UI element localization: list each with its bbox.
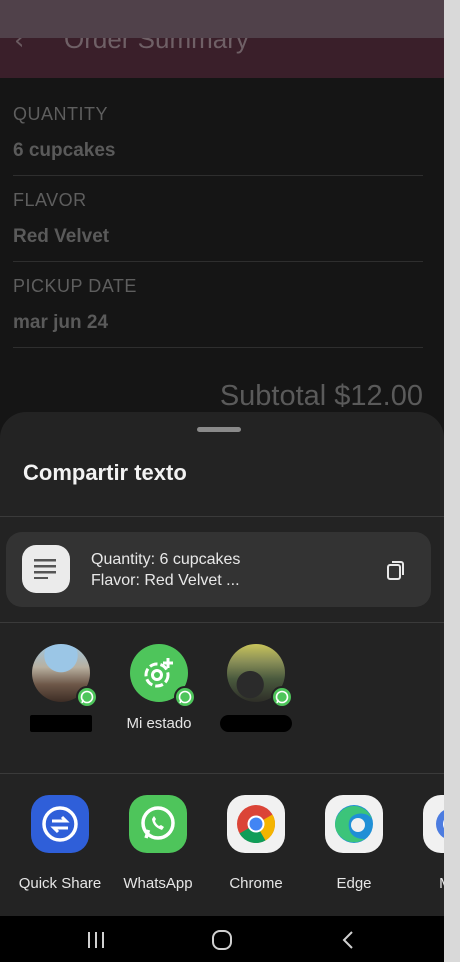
contact-target-my-status[interactable]: Mi estado: [109, 644, 209, 735]
contact-name-redacted: [206, 715, 306, 735]
app-label: WhatsApp: [123, 875, 193, 892]
app-whatsapp[interactable]: WhatsApp: [108, 795, 208, 892]
field-value: mar jun 24: [13, 312, 109, 333]
share-sheet-title: Compartir texto: [23, 460, 187, 485]
edge-icon: [325, 795, 383, 853]
app-messages[interactable]: Mer: [402, 795, 444, 892]
divider: [0, 622, 444, 623]
summary-field-quantity: QUANTITY 6 cupcakes: [13, 90, 423, 176]
contact-name: Mi estado: [126, 715, 192, 732]
field-value: 6 cupcakes: [13, 140, 116, 161]
status-bar: [0, 0, 444, 38]
back-icon[interactable]: [340, 930, 356, 955]
home-icon[interactable]: [211, 929, 233, 956]
order-summary: QUANTITY 6 cupcakes FLAVOR Red Velvet PI…: [13, 90, 423, 348]
app-quick-share[interactable]: Quick Share: [10, 795, 110, 892]
field-label: QUANTITY: [13, 104, 109, 124]
divider: [0, 516, 444, 517]
app-edge[interactable]: Edge: [304, 795, 404, 892]
avatar: [32, 644, 98, 708]
share-sheet: Compartir texto Quantity: 6 cupcakes Fla…: [0, 412, 444, 916]
chrome-icon: [227, 795, 285, 853]
recents-icon[interactable]: [86, 930, 106, 955]
navigation-bar: [0, 916, 444, 962]
summary-field-flavor: FLAVOR Red Velvet: [13, 176, 423, 262]
messages-icon: [423, 795, 444, 853]
whatsapp-badge-icon: [76, 686, 98, 708]
whatsapp-badge-icon: [174, 686, 196, 708]
app-label: Mer: [402, 875, 444, 892]
divider: [0, 773, 444, 774]
subtotal-text: Subtotal $12.00: [219, 380, 423, 412]
text-document-icon: [22, 545, 70, 593]
app-label: Edge: [336, 875, 372, 892]
contact-name-redacted: [11, 715, 111, 735]
whatsapp-icon: [129, 795, 187, 853]
avatar: [227, 644, 293, 708]
field-label: PICKUP DATE: [13, 276, 137, 296]
whatsapp-badge-icon: [271, 686, 293, 708]
shared-text-preview[interactable]: Quantity: 6 cupcakes Flavor: Red Velvet …: [6, 532, 431, 607]
app-label: Chrome: [229, 875, 283, 892]
field-label: FLAVOR: [13, 190, 87, 210]
preview-line-1: Quantity: 6 cupcakes: [91, 551, 241, 568]
quick-share-icon: [31, 795, 89, 853]
preview-line-2: Flavor: Red Velvet ...: [91, 572, 240, 589]
screen-edge: [444, 0, 460, 962]
contact-target-1[interactable]: [11, 644, 111, 735]
drag-handle[interactable]: [197, 427, 241, 432]
app-chrome[interactable]: Chrome: [206, 795, 306, 892]
copy-icon[interactable]: [384, 558, 408, 582]
contact-target-3[interactable]: [206, 644, 306, 735]
status-avatar: [130, 644, 196, 708]
summary-field-pickup-date: PICKUP DATE mar jun 24: [13, 262, 423, 348]
app-label: Quick Share: [18, 875, 102, 892]
field-value: Red Velvet: [13, 226, 110, 247]
